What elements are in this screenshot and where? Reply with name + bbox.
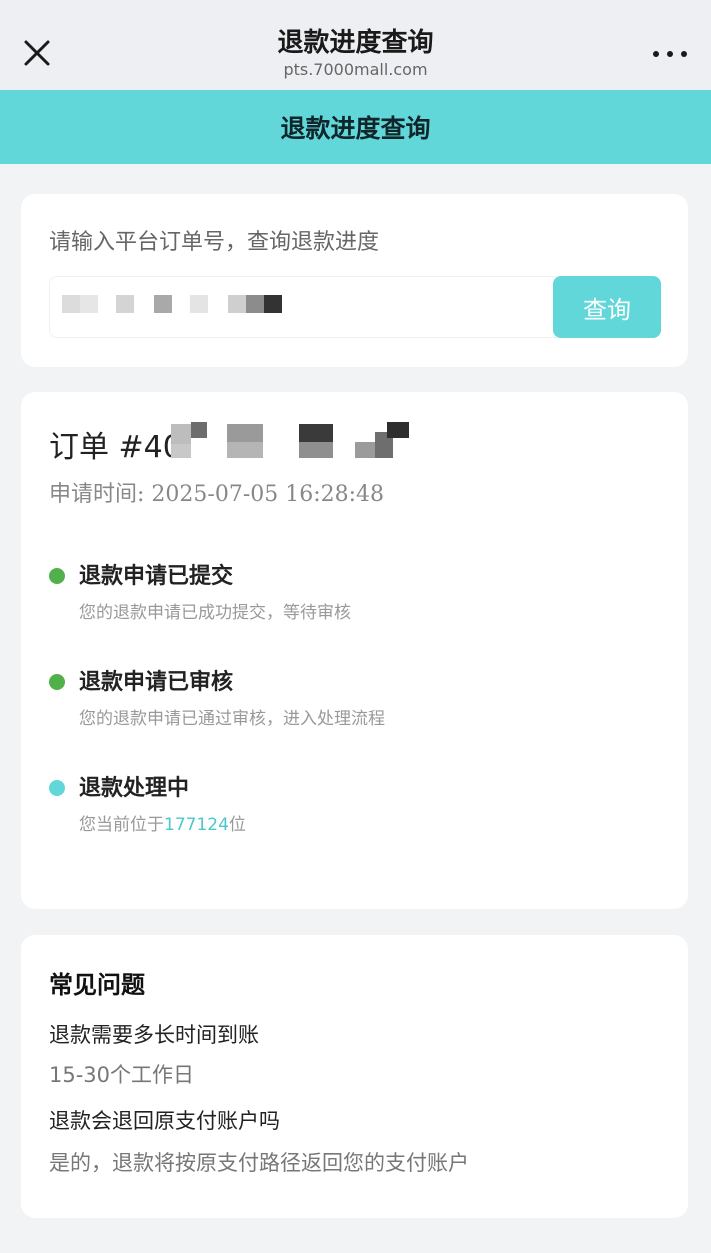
query-button[interactable]: 查询 — [553, 276, 661, 338]
faq-heading: 常见问题 — [49, 971, 145, 999]
page-title: 退款进度查询 — [280, 114, 431, 143]
search-card: 请输入平台订单号，查询退款进度 查询 — [21, 194, 688, 367]
faq-answer: 是的，退款将按原支付路径返回您的支付账户 — [49, 1151, 469, 1175]
page-header: 退款进度查询 — [0, 90, 711, 164]
browser-title-block: 退款进度查询 pts.7000mall.com — [0, 26, 711, 80]
browser-top-bar: 退款进度查询 pts.7000mall.com — [0, 0, 711, 90]
order-title: 订单 #40 — [49, 430, 182, 465]
queue-prefix: 您当前位于 — [79, 815, 164, 835]
order-number-input[interactable] — [49, 276, 563, 338]
step-desc: 您的退款申请已成功提交，等待审核 — [79, 603, 351, 623]
status-dot-current — [49, 780, 65, 796]
status-dot-done — [49, 568, 65, 584]
more-icon[interactable] — [653, 40, 687, 68]
more-dot — [667, 51, 673, 57]
step-title: 退款处理中 — [79, 776, 190, 801]
browser-url: pts.7000mall.com — [283, 60, 428, 79]
more-dot — [681, 51, 687, 57]
queue-position: 177124 — [164, 815, 229, 835]
step-desc: 您当前位于177124位 — [79, 810, 246, 835]
faq-question: 退款需要多长时间到账 — [49, 1023, 259, 1047]
faq-answer: 15-30个工作日 — [49, 1063, 195, 1087]
status-dot-done — [49, 674, 65, 690]
step-title: 退款申请已提交 — [79, 564, 234, 589]
faq-card: 常见问题 退款需要多长时间到账 15-30个工作日 退款会退回原支付账户吗 是的… — [21, 935, 688, 1218]
faq-question: 退款会退回原支付账户吗 — [49, 1109, 280, 1133]
search-hint: 请输入平台订单号，查询退款进度 — [49, 230, 380, 255]
order-card: 订单 #40 申请时间: 2025-07-05 16:28:48 退款申请已提交… — [21, 392, 688, 909]
more-dot — [653, 51, 659, 57]
apply-time: 申请时间: 2025-07-05 16:28:48 — [49, 482, 385, 507]
step-title: 退款申请已审核 — [79, 670, 234, 695]
step-desc: 您的退款申请已通过审核，进入处理流程 — [79, 709, 385, 729]
queue-suffix: 位 — [228, 815, 246, 835]
browser-title: 退款进度查询 — [277, 28, 434, 58]
